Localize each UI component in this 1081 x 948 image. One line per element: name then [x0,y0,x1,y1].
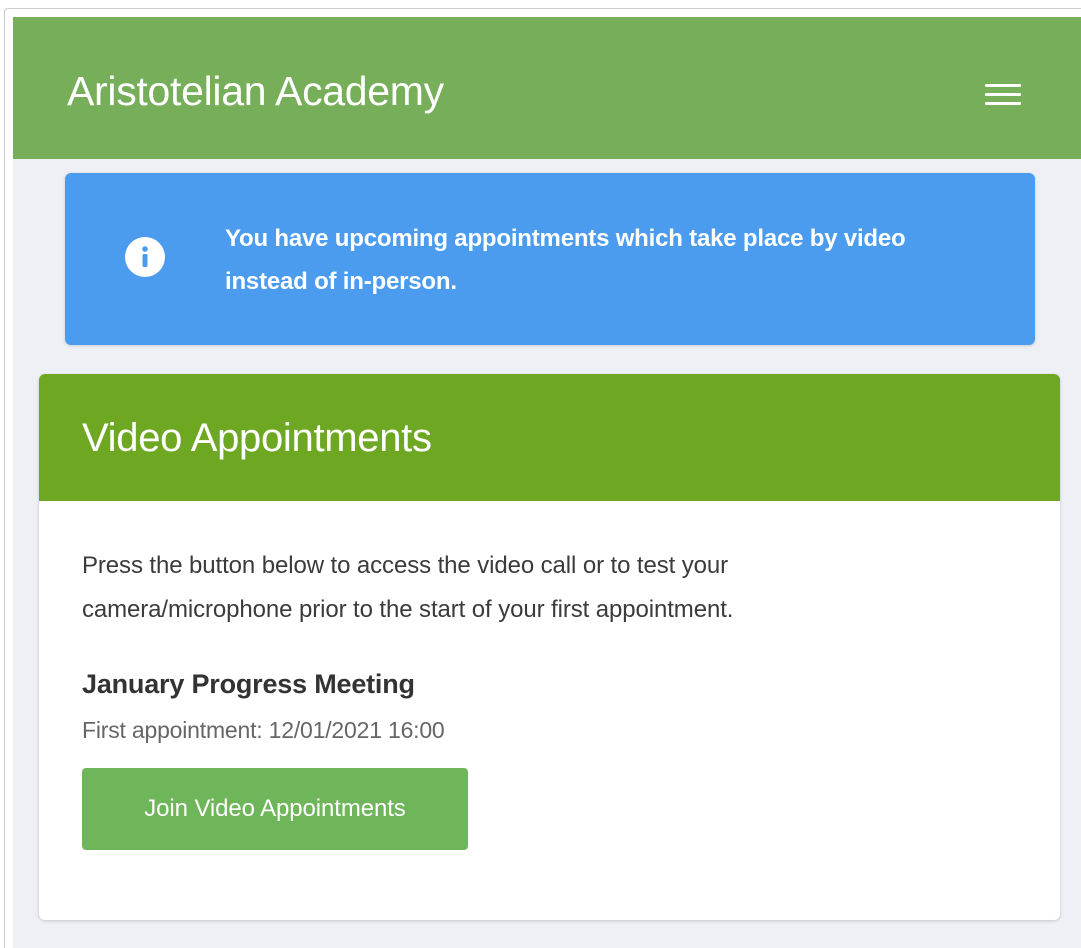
first-appointment-date: First appointment: 12/01/2021 16:00 [82,717,445,743]
hamburger-menu-icon[interactable] [981,75,1027,111]
video-appointments-alert: You have upcoming appointments which tak… [65,173,1035,345]
card-description: Press the button below to access the vid… [82,552,734,623]
top-navbar: Aristotelian Academy [13,17,1081,159]
menu-bar-top [985,84,1021,87]
alert-message: You have upcoming appointments which tak… [225,225,906,295]
page: Aristotelian Academy You have upcoming a… [13,17,1081,948]
menu-bar-bottom [985,102,1021,105]
meeting-title: January Progress Meeting [82,669,415,699]
brand-title[interactable]: Aristotelian Academy [67,67,444,115]
browser-viewport: Aristotelian Academy You have upcoming a… [4,8,1081,948]
info-circle-icon [125,237,165,277]
join-video-appointments-button[interactable]: Join Video Appointments [82,768,468,850]
menu-bar-middle [985,93,1021,96]
card-title: Video Appointments [82,416,432,460]
video-appointments-card: Video Appointments Press the button belo… [39,374,1060,920]
card-header: Video Appointments [39,374,1060,501]
